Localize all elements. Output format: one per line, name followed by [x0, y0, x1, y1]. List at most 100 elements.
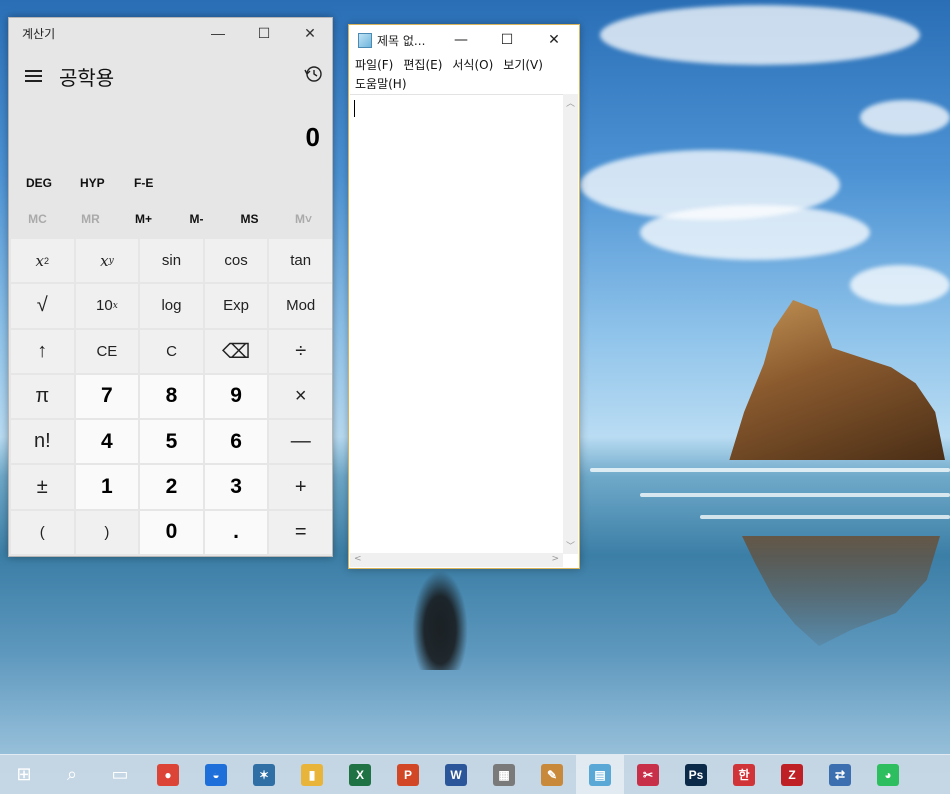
menu-view[interactable]: 보기(V) — [503, 58, 543, 72]
memory-list-button[interactable]: M˅ — [277, 212, 330, 226]
taskbar-word-button[interactable]: W — [432, 755, 480, 794]
digit-5-button[interactable]: 5 — [140, 420, 203, 464]
minimize-button[interactable]: — — [438, 25, 484, 55]
scroll-down-icon[interactable]: ﹀ — [566, 539, 575, 552]
scroll-up-icon[interactable]: ︿ — [566, 96, 575, 109]
digit-4-button[interactable]: 4 — [75, 420, 139, 464]
bird-app-icon: ✶ — [253, 763, 275, 786]
mod-button[interactable]: Mod — [269, 284, 332, 328]
memory-add-button[interactable]: M+ — [117, 212, 170, 226]
calculator-icon: ▦ — [493, 763, 515, 786]
search-icon: ⌕ — [66, 764, 78, 784]
x-power-y-button[interactable]: xy — [75, 239, 139, 283]
negate-button[interactable]: ± — [11, 465, 74, 509]
tan-button[interactable]: tan — [269, 239, 332, 283]
scroll-right-icon[interactable]: > — [551, 554, 559, 564]
taskbar-snipping-button[interactable]: ✂ — [624, 755, 672, 794]
calculator-display: 0 — [305, 122, 320, 152]
word-icon: W — [445, 763, 467, 786]
scroll-left-icon[interactable]: < — [354, 554, 362, 564]
digit-1-button[interactable]: 1 — [75, 465, 139, 509]
taskbar-chrome-button[interactable]: ● — [144, 755, 192, 794]
digit-0-button[interactable]: 0 — [140, 510, 203, 554]
memory-store-button[interactable]: MS — [223, 212, 276, 226]
memory-subtract-button[interactable]: M- — [170, 212, 223, 226]
taskbar-calculator-button[interactable]: ▦ — [480, 755, 528, 794]
hyp-button[interactable]: HYP — [80, 176, 105, 190]
memory-clear-button[interactable]: MC — [11, 212, 64, 226]
taskbar-notepad-button[interactable]: ▤ — [576, 754, 624, 794]
memory-recall-button[interactable]: MR — [64, 212, 117, 226]
digit-2-button[interactable]: 2 — [140, 465, 203, 509]
shift-button[interactable]: ↑ — [11, 329, 74, 373]
digit-7-button[interactable]: 7 — [75, 374, 139, 419]
digit-9-button[interactable]: 9 — [204, 374, 268, 419]
digit-8-button[interactable]: 8 — [140, 374, 203, 419]
vertical-scrollbar[interactable]: ︿ ﹀ — [563, 94, 578, 554]
taskbar-filezilla-button[interactable]: Z — [768, 755, 816, 794]
factorial-button[interactable]: n! — [11, 420, 74, 464]
menu-edit[interactable]: 편집(E) — [403, 58, 442, 72]
calculator-titlebar[interactable]: 계산기 — ☐ ✕ — [9, 18, 332, 48]
rock-reflection — [742, 536, 940, 646]
close-paren-button[interactable]: ) — [75, 510, 139, 554]
digit-6-button[interactable]: 6 — [204, 420, 268, 464]
pi-button[interactable]: π — [11, 374, 74, 419]
menu-help[interactable]: 도움말(H) — [355, 77, 407, 91]
notepad-icon: ▤ — [589, 763, 611, 786]
taskbar-paint-button[interactable]: ✎ — [528, 755, 576, 794]
equals-button[interactable]: = — [269, 510, 332, 554]
ten-power-x-button[interactable]: 10 x — [75, 284, 139, 328]
history-icon[interactable] — [303, 63, 325, 85]
taskbar-start-button[interactable]: ⊞ — [0, 755, 48, 794]
angle-mode-row: DEG HYP F-E — [9, 176, 332, 196]
browser-icon: ◒ — [205, 763, 227, 786]
minus-button[interactable]: — — [269, 420, 332, 464]
open-paren-button[interactable]: ( — [11, 510, 74, 554]
taskbar-search-button[interactable]: ⌕ — [48, 755, 96, 794]
x-squared-button[interactable]: x2 — [11, 239, 74, 283]
taskbar-excel-button[interactable]: X — [336, 755, 384, 794]
evernote-icon: ◕ — [877, 763, 899, 786]
taskbar-hwp-button[interactable]: 한 — [720, 755, 768, 794]
close-button[interactable]: ✕ — [287, 18, 333, 48]
taskbar-network-button[interactable]: ⇄ — [816, 755, 864, 794]
minimize-button[interactable]: — — [195, 18, 241, 48]
maximize-button[interactable]: ☐ — [241, 18, 287, 48]
close-button[interactable]: ✕ — [531, 25, 577, 55]
taskbar-evernote-button[interactable]: ◕ — [864, 755, 912, 794]
chrome-icon: ● — [157, 763, 179, 786]
divide-button[interactable]: ÷ — [269, 329, 332, 373]
plus-button[interactable]: + — [269, 465, 332, 509]
digit-3-button[interactable]: 3 — [204, 465, 268, 509]
backspace-button[interactable]: ⌫ — [204, 329, 268, 373]
taskbar-app-bird-button[interactable]: ✶ — [240, 755, 288, 794]
exp-button[interactable]: Exp — [204, 284, 268, 328]
taskbar-explorer-button[interactable]: ▮ — [288, 755, 336, 794]
taskbar-task-view-button[interactable]: ▭ — [96, 755, 144, 794]
log-button[interactable]: log — [140, 284, 203, 328]
taskbar-powerpoint-button[interactable]: P — [384, 755, 432, 794]
taskbar-edge-like-button[interactable]: ◒ — [192, 755, 240, 794]
hamburger-menu-icon[interactable] — [25, 70, 42, 82]
excel-icon: X — [349, 763, 371, 786]
horizontal-scrollbar[interactable]: < > — [350, 553, 563, 567]
clear-button[interactable]: C — [140, 329, 203, 373]
menu-file[interactable]: 파일(F) — [355, 58, 393, 72]
taskbar-photoshop-button[interactable]: Ps — [672, 755, 720, 794]
deg-button[interactable]: DEG — [26, 176, 52, 190]
maximize-button[interactable]: ☐ — [484, 25, 530, 55]
sin-button[interactable]: sin — [140, 239, 203, 283]
file-explorer-icon: ▮ — [301, 763, 323, 786]
fe-button[interactable]: F-E — [134, 176, 153, 190]
notepad-text-area[interactable] — [350, 94, 563, 554]
decimal-button[interactable]: . — [204, 510, 268, 554]
clear-entry-button[interactable]: CE — [75, 329, 139, 373]
cos-button[interactable]: cos — [204, 239, 268, 283]
multiply-button[interactable]: × — [269, 374, 332, 419]
square-root-button[interactable]: √ — [11, 284, 74, 328]
notepad-app-icon — [358, 33, 372, 48]
menu-format[interactable]: 서식(O) — [452, 58, 493, 72]
notepad-titlebar[interactable]: 제목 없... — ☐ ✕ — [349, 25, 579, 55]
hangul-icon: 한 — [733, 763, 755, 786]
